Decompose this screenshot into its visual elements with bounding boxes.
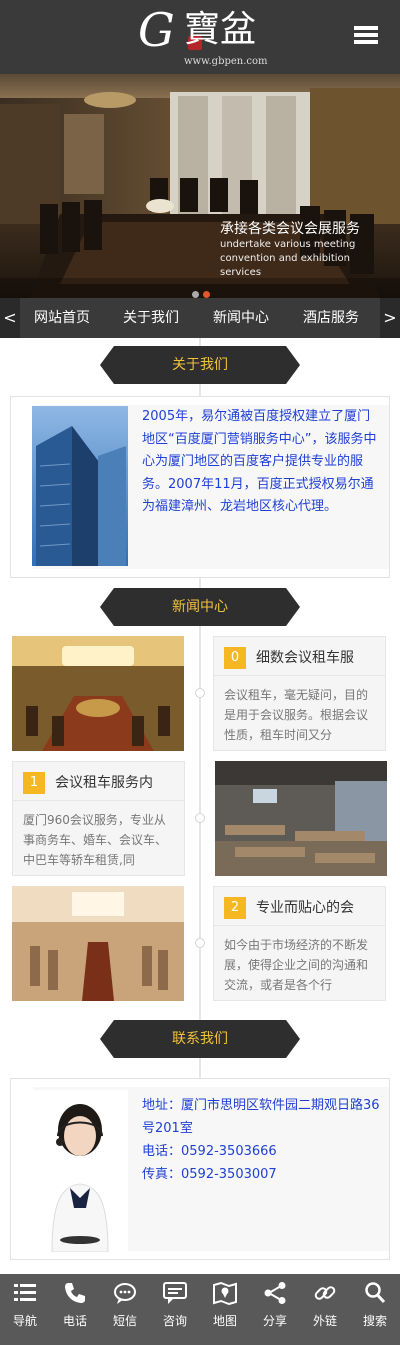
phone-icon [65,1283,85,1303]
map-icon [213,1281,237,1305]
heading-contact-text: 联系我们 [172,1031,228,1047]
news-number-badge: 2 [224,897,246,919]
nav-item-about[interactable]: 关于我们 [123,298,179,338]
contact-details: 地址：厦门市思明区软件园二期观日路36号201室 电话：0592-3503666… [142,1094,380,1186]
nav-prev-arrow[interactable]: < [0,298,20,338]
toolbar-label: 外链 [312,1314,337,1328]
sms-icon [114,1283,136,1304]
timeline-node [195,938,205,948]
toolbar-search[interactable]: 搜索 [350,1274,400,1334]
share-icon [264,1282,286,1304]
contact-address: 地址：厦门市思明区软件园二期观日路36号201室 [142,1098,380,1136]
search-icon [365,1282,386,1304]
main-nav: < 网站首页 关于我们 新闻中心 酒店服务 > [0,298,400,338]
logo-url: www.gbpen.com [184,56,268,67]
list-icon [14,1284,36,1301]
bottom-toolbar: 导航 电话 短信 咨询 地图 分享 外链 搜索 [0,1274,400,1345]
section-heading-contact: 联系我们 [100,1020,300,1058]
link-icon [314,1286,336,1300]
news-desc: 会议租车，毫无疑问，目的是用于会议服务。根据会议性质，租车时间又分 [224,688,369,742]
news-number-badge: 1 [23,772,45,794]
heading-about-text: 关于我们 [172,357,228,373]
logo-name: 寶盆 [184,9,257,50]
section-heading-news: 新闻中心 [100,588,300,626]
news-title[interactable]: 专业而贴心的会 [256,895,382,921]
toolbar-label: 电话 [62,1314,87,1328]
news-title[interactable]: 会议租车服务内 [55,770,181,796]
heading-news-text: 新闻中心 [172,599,228,615]
about-text: 2005年，易尔通被百度授权建立了厦门地区“百度厦门营销服务中心”，该服务中心为… [142,409,377,514]
banner-caption-cn: 承接各类会议会展服务 [220,221,360,237]
news-desc: 如今由于市场经济的不断发展，使得企业之间的沟通和交流，或者是各个行 [224,938,369,992]
nav-item-hotel[interactable]: 酒店服务 [303,298,359,338]
news-image-1[interactable] [215,761,387,876]
banner-caption-en: undertake various meeting convention and… [220,239,356,278]
timeline-node [195,688,205,698]
news-desc: 厦门960会议服务，专业从事商务车、婚车、会议车、中巴车等轿车租赁,同 [23,813,168,867]
header: G 寶盆 www.gbpen.com [0,0,400,74]
toolbar-share[interactable]: 分享 [250,1274,300,1334]
banner-slider[interactable]: 承接各类会议会展服务 undertake various meeting con… [0,74,400,298]
contact-fax: 传真：0592-3503007 [142,1167,277,1182]
news-image-0[interactable] [12,636,184,751]
slider-dot-2[interactable] [203,291,210,298]
toolbar-label: 分享 [262,1314,287,1328]
news-title[interactable]: 细数会议租车服 [256,645,382,671]
nav-next-arrow[interactable]: > [380,298,400,338]
toolbar-label: 导航 [12,1314,37,1328]
timeline-node [195,813,205,823]
toolbar-map[interactable]: 地图 [200,1274,250,1334]
slider-dots [192,283,214,298]
nav-item-news[interactable]: 新闻中心 [213,298,269,338]
section-heading-about: 关于我们 [100,346,300,384]
toolbar-consult[interactable]: 咨询 [150,1274,200,1334]
toolbar-nav[interactable]: 导航 [0,1274,50,1334]
news-card-1[interactable]: 1 会议租车服务内 厦门960会议服务，专业从事商务车、婚车、会议车、中巴车等轿… [12,761,185,876]
site-logo[interactable]: G 寶盆 www.gbpen.com [138,3,268,68]
timeline-line [199,578,201,1078]
nav-item-home[interactable]: 网站首页 [34,298,90,338]
toolbar-label: 地图 [212,1314,237,1328]
toolbar-phone[interactable]: 电话 [50,1274,100,1334]
news-card-2[interactable]: 2 专业而贴心的会 如今由于市场经济的不断发展，使得企业之间的沟通和交流，或者是… [213,886,386,1001]
news-number-badge: 0 [224,647,246,669]
toolbar-label: 短信 [112,1314,137,1328]
news-card-0[interactable]: 0 细数会议租车服 会议租车，毫无疑问，目的是用于会议服务。根据会议性质，租车时… [213,636,386,751]
toolbar-label: 咨询 [162,1314,187,1328]
customer-service-image [32,1090,128,1252]
news-image-2[interactable] [12,886,184,1001]
toolbar-sms[interactable]: 短信 [100,1274,150,1334]
contact-phone[interactable]: 电话：0592-3503666 [142,1140,380,1163]
hamburger-icon[interactable] [354,26,378,48]
chat-icon [163,1282,187,1304]
slider-dot-1[interactable] [192,291,199,298]
about-building-image [32,406,128,566]
logo-initial: G [138,3,175,57]
toolbar-label: 搜索 [362,1314,387,1328]
toolbar-link[interactable]: 外链 [300,1274,350,1334]
